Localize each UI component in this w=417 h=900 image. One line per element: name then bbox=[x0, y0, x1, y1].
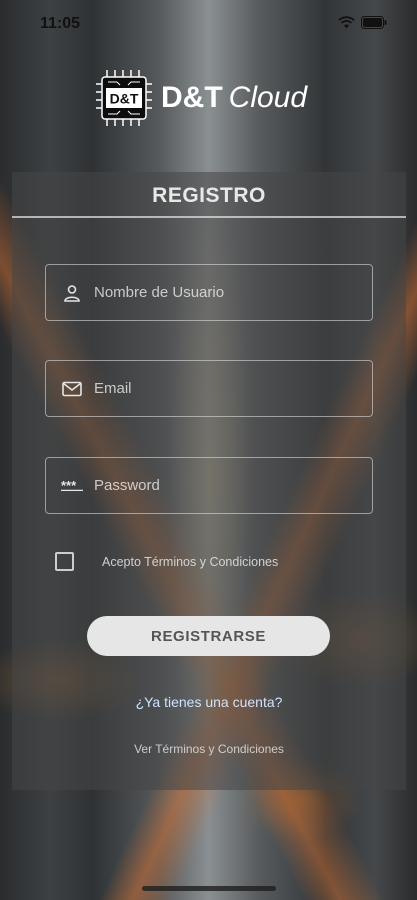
terms-checkbox-label: Acepto Términos y Condiciones bbox=[102, 554, 279, 569]
terms-checkbox[interactable] bbox=[55, 552, 74, 571]
password-dots-icon: *** bbox=[60, 474, 84, 498]
password-input[interactable] bbox=[94, 477, 334, 494]
view-terms-link[interactable]: Ver Términos y Condiciones bbox=[12, 742, 406, 756]
email-field[interactable] bbox=[45, 360, 373, 417]
username-input[interactable] bbox=[94, 284, 334, 301]
home-indicator bbox=[142, 886, 276, 891]
svg-text:***: *** bbox=[61, 481, 77, 491]
terms-row: Acepto Términos y Condiciones bbox=[55, 552, 278, 571]
status-bar: 11:05 bbox=[0, 0, 417, 48]
chip-logo-icon: D&T bbox=[95, 68, 153, 128]
password-field[interactable]: *** bbox=[45, 457, 373, 514]
app-logo: D&T D&T Cloud bbox=[95, 66, 325, 130]
title-divider bbox=[12, 216, 406, 218]
page-title: REGISTRO bbox=[152, 184, 266, 207]
register-card: REGISTRO *** Acepto Tér bbox=[12, 172, 406, 790]
user-icon bbox=[60, 281, 84, 305]
username-field[interactable] bbox=[45, 264, 373, 321]
email-input[interactable] bbox=[94, 380, 334, 397]
brand-name-bold: D&T bbox=[161, 81, 223, 114]
status-time: 11:05 bbox=[40, 15, 81, 32]
wifi-icon bbox=[338, 16, 355, 34]
battery-icon bbox=[361, 16, 387, 34]
register-button[interactable]: REGISTRARSE bbox=[87, 616, 330, 656]
brand-name: D&T Cloud bbox=[161, 81, 307, 115]
brand-name-light: Cloud bbox=[228, 81, 308, 114]
login-link[interactable]: ¿Ya tienes una cuenta? bbox=[12, 694, 406, 710]
mail-icon bbox=[60, 377, 84, 401]
chip-logo-text: D&T bbox=[110, 91, 139, 107]
status-icons bbox=[338, 16, 387, 34]
